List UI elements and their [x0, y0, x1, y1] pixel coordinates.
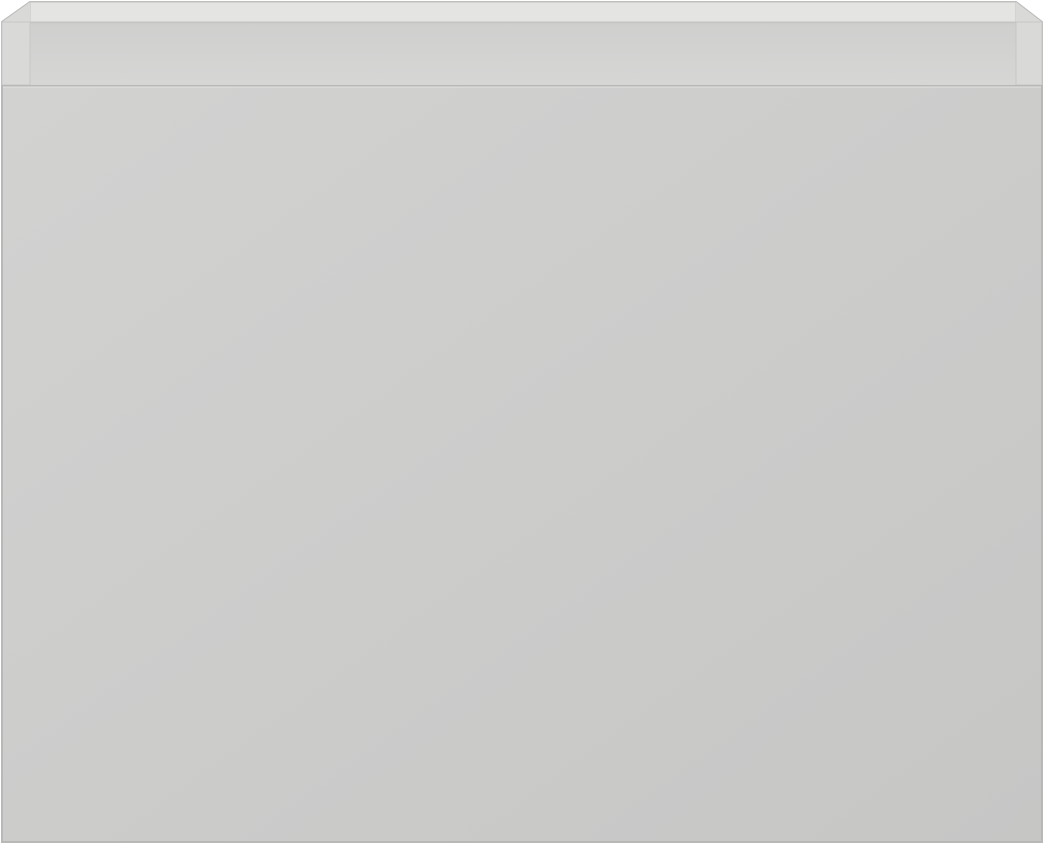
cabinet-image — [0, 0, 1044, 844]
cabinet-top-frame — [0, 0, 1043, 86]
drawer-front — [1, 85, 1043, 843]
